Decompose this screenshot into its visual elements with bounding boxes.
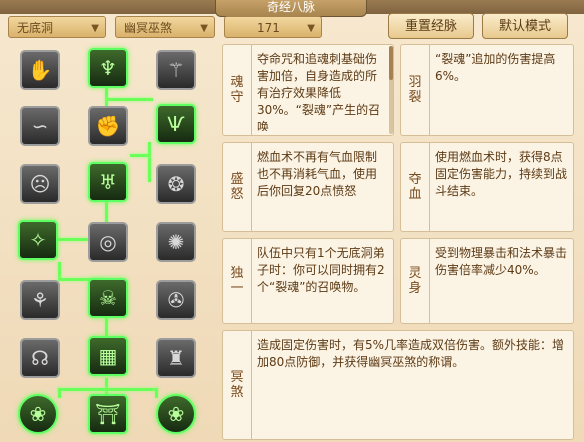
claw-slash-icon: Ѱ bbox=[167, 112, 185, 136]
meridian-node[interactable]: ◎ bbox=[88, 222, 128, 262]
spirit-wing-icon: ⚚ bbox=[167, 58, 185, 82]
meridian-node[interactable]: ❂ bbox=[156, 164, 196, 204]
skill-description: 燃血术不再有气血限制也不再消耗气血，使用后你回复20点愤怒 bbox=[257, 150, 378, 198]
meridian-node[interactable]: ⚘ bbox=[20, 280, 60, 320]
meridian-node[interactable]: ∽ bbox=[20, 106, 60, 146]
skill-description: 夺命咒和追魂刺基础伤害加倍，自身造成的所有治疗效果降低30%。“裂魂”产生的召唤 bbox=[257, 52, 381, 131]
path-line bbox=[105, 318, 108, 338]
meridian-node[interactable]: ✺ bbox=[156, 222, 196, 262]
skill-description: 造成固定伤害时，有5%几率造成双倍伤害。额外技能：增加80点防御，并获得幽冥巫煞… bbox=[257, 338, 565, 369]
skill-description: “裂魂”追加的伤害提高6%。 bbox=[435, 52, 556, 83]
tooth-icon: ♜ bbox=[167, 346, 185, 370]
path-line bbox=[148, 142, 151, 182]
points-value: 171 bbox=[257, 21, 280, 35]
shadow-icon: ⚘ bbox=[31, 288, 49, 312]
meridian-node-active[interactable]: ⛩ bbox=[88, 394, 128, 434]
skill-name: 羽裂 bbox=[401, 45, 430, 135]
skill-description: 队伍中只有1个无底洞弟子时：你可以同时拥有2个“裂魂”的召唤物。 bbox=[257, 246, 385, 294]
talisman-icon: ▦ bbox=[98, 344, 118, 368]
meridian-node[interactable]: ☊ bbox=[20, 338, 60, 378]
fist-icon: ✊ bbox=[95, 114, 121, 138]
wraith-icon: ☊ bbox=[31, 346, 49, 370]
school-value: 幽冥巫煞 bbox=[124, 21, 173, 35]
vortex-icon: ◎ bbox=[99, 230, 117, 254]
meridian-node[interactable]: ♜ bbox=[156, 338, 196, 378]
skill-name: 独一 bbox=[223, 239, 252, 323]
skill-card-yulie[interactable]: 羽裂 “裂魂”追加的伤害提高6%。 bbox=[400, 44, 574, 136]
path-line bbox=[58, 388, 158, 391]
skill-name: 冥煞 bbox=[223, 331, 252, 439]
serpent-icon: ∽ bbox=[31, 114, 49, 138]
meridian-node[interactable]: ⚚ bbox=[156, 50, 196, 90]
skill-name: 夺血 bbox=[401, 143, 430, 231]
path-line bbox=[58, 388, 61, 398]
skill-card-mingsha[interactable]: 冥煞 造成固定伤害时，有5%几率造成双倍伤害。额外技能：增加80点防御，并获得幽… bbox=[222, 330, 574, 440]
window-title: 奇经八脉 bbox=[215, 0, 367, 17]
skill-name: 魂守 bbox=[223, 45, 252, 135]
skill-card-duyi[interactable]: 独一 队伍中只有1个无底洞弟子时：你可以同时拥有2个“裂魂”的召唤物。 bbox=[222, 238, 394, 324]
chevron-down-icon: ▼ bbox=[307, 23, 315, 34]
meridian-node[interactable]: ✇ bbox=[156, 280, 196, 320]
scrollbar-thumb[interactable] bbox=[389, 46, 393, 80]
skill-name: 盛怒 bbox=[223, 143, 252, 231]
ghost-claw-icon: ✋ bbox=[27, 58, 53, 82]
gate-icon: ⛩ bbox=[95, 402, 121, 426]
default-mode-button[interactable]: 默认模式 bbox=[482, 13, 568, 39]
path-line bbox=[130, 154, 150, 157]
skill-card-duoxue[interactable]: 夺血 使用燃血术时，获得8点固定伤害能力，持续到战斗结束。 bbox=[400, 142, 574, 232]
skull-icon: ☠ bbox=[99, 286, 117, 310]
skill-card-shengnu[interactable]: 盛怒 燃血术不再有气血限制也不再消耗气血，使用后你回复20点愤怒 bbox=[222, 142, 394, 232]
meridian-node-active[interactable]: Ѱ bbox=[156, 104, 196, 144]
points-dropdown[interactable]: 171 ▼ bbox=[224, 16, 322, 38]
demon-icon: ♅ bbox=[99, 170, 117, 194]
meridian-node-active[interactable]: ✧ bbox=[18, 220, 58, 260]
chevron-down-icon: ▼ bbox=[91, 23, 99, 34]
meridian-node-active[interactable]: ❀ bbox=[156, 394, 196, 434]
orb-icon: ❀ bbox=[29, 402, 47, 426]
reset-meridian-button[interactable]: 重置经脉 bbox=[388, 13, 474, 39]
skill-card-hunshou[interactable]: 魂守 夺命咒和追魂刺基础伤害加倍，自身造成的所有治疗效果降低30%。“裂魂”产生… bbox=[222, 44, 394, 136]
skill-name: 灵身 bbox=[401, 239, 430, 323]
skill-description: 使用燃血术时，获得8点固定伤害能力，持续到战斗结束。 bbox=[435, 150, 567, 198]
mask-icon: ☹ bbox=[29, 172, 51, 196]
meridian-node[interactable]: ✊ bbox=[88, 106, 128, 146]
meridian-node-active[interactable]: ♆ bbox=[88, 48, 128, 88]
chevron-down-icon: ▼ bbox=[200, 23, 208, 34]
meridian-node[interactable]: ✋ bbox=[20, 50, 60, 90]
skill-description: 受到物理暴击和法术暴击伤害倍率减少40%。 bbox=[435, 246, 567, 277]
meridian-node[interactable]: ☹ bbox=[20, 164, 60, 204]
flame-hand-icon: ♆ bbox=[99, 56, 117, 80]
sect-value: 无底洞 bbox=[17, 21, 54, 35]
meridian-panel: 奇经八脉 无底洞 ▼ 幽冥巫煞 ▼ 171 ▼ 重置经脉 默认模式 ✋ ♆ ⚚ … bbox=[0, 0, 584, 442]
path-line bbox=[107, 98, 153, 101]
path-line bbox=[155, 388, 158, 398]
skill-card-lingshen[interactable]: 灵身 受到物理暴击和法术暴击伤害倍率减少40%。 bbox=[400, 238, 574, 324]
orb-icon: ❀ bbox=[167, 402, 185, 426]
path-line bbox=[105, 88, 108, 106]
school-dropdown[interactable]: 幽冥巫煞 ▼ bbox=[115, 16, 215, 38]
tornado-icon: ✇ bbox=[167, 288, 185, 312]
sect-dropdown[interactable]: 无底洞 ▼ bbox=[8, 16, 106, 38]
spiral-icon: ✺ bbox=[167, 230, 185, 254]
meridian-node-active[interactable]: ▦ bbox=[88, 336, 128, 376]
meridian-node-active[interactable]: ❀ bbox=[18, 394, 58, 434]
meridian-node-active[interactable]: ☠ bbox=[88, 278, 128, 318]
meridian-node-active[interactable]: ♅ bbox=[88, 162, 128, 202]
fang-icon: ✧ bbox=[29, 228, 47, 252]
path-line bbox=[105, 378, 108, 394]
scrollbar[interactable] bbox=[389, 46, 393, 134]
storm-icon: ❂ bbox=[167, 172, 185, 196]
